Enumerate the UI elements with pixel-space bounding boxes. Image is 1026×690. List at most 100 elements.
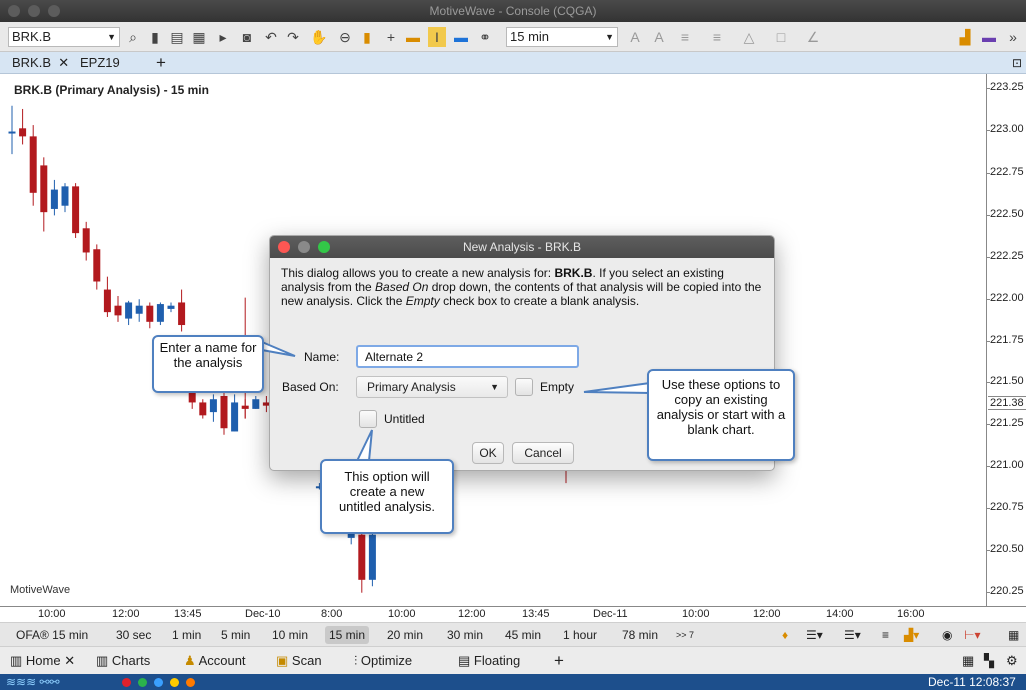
callout-name: Enter a name for the analysis: [152, 335, 264, 393]
time-axis[interactable]: 10:00 12:00 13:45 Dec-10 8:00 10:00 12:0…: [0, 606, 1026, 622]
window-titlebar: MotiveWave - Console (CQGA): [0, 0, 1026, 22]
interval-select[interactable]: 15 min ▼: [506, 27, 618, 47]
close-icon[interactable]: ✕: [55, 55, 69, 70]
desc-based-on: Based On: [375, 280, 429, 294]
price-label: 221.25: [986, 417, 1024, 429]
redo-icon[interactable]: ↷: [284, 27, 302, 47]
barsize-1-min[interactable]: 1 min: [168, 626, 205, 644]
lines-icon[interactable]: ≡: [878, 626, 893, 644]
crosshair-icon[interactable]: +: [382, 27, 400, 47]
barsize-ofa-15-min[interactable]: OFA® 15 min: [12, 626, 92, 644]
nav-scan[interactable]: ▣ Scan: [276, 652, 322, 670]
price-label: 221.50: [986, 375, 1024, 387]
status-dot-orange: [186, 678, 195, 687]
time-label: 12:00: [112, 608, 140, 620]
tab-epz19[interactable]: EPZ19: [76, 52, 124, 74]
cancel-button[interactable]: Cancel: [512, 442, 574, 464]
untitled-checkbox[interactable]: [359, 410, 377, 428]
windows-icon[interactable]: ▚: [984, 652, 994, 670]
minimize-window-button[interactable]: [28, 5, 40, 17]
nav-home[interactable]: ▥ Home ✕: [10, 652, 75, 670]
nav-account[interactable]: ♟ Account: [184, 652, 246, 670]
nav-charts[interactable]: ▥ Charts: [96, 652, 150, 670]
price-axis[interactable]: 223.25 223.00 222.75 222.50 222.25 222.0…: [986, 74, 1026, 606]
angle-icon[interactable]: ∠: [804, 27, 822, 47]
barsize-10-min[interactable]: 10 min: [268, 626, 312, 644]
nav-optimize[interactable]: ⫶ Optimize: [354, 652, 412, 670]
calendar-icon[interactable]: ▦: [1004, 626, 1023, 644]
zoom-window-button[interactable]: [48, 5, 60, 17]
barsize-30-min[interactable]: 30 min: [443, 626, 487, 644]
price-icon[interactable]: I: [428, 27, 446, 47]
close-window-button[interactable]: [8, 5, 20, 17]
undo-icon[interactable]: ↶: [262, 27, 280, 47]
layout-icon[interactable]: ▬: [404, 27, 422, 47]
align-right-icon[interactable]: ☰▾: [840, 626, 865, 644]
barsize-30-sec[interactable]: 30 sec: [112, 626, 155, 644]
save-icon[interactable]: ▤: [168, 27, 186, 47]
candle-body: [19, 128, 27, 137]
maximize-icon[interactable]: ⊡: [1008, 52, 1026, 74]
font-increase-icon[interactable]: A: [626, 27, 644, 47]
dialog-minimize-button[interactable]: [298, 241, 310, 253]
ok-button[interactable]: OK: [472, 442, 504, 464]
grid-icon[interactable]: ▦: [962, 652, 974, 670]
dialog-close-button[interactable]: [278, 241, 290, 253]
overflow-icon[interactable]: »: [1004, 27, 1022, 47]
status-dot-blue: [154, 678, 163, 687]
folder-icon[interactable]: ▸: [214, 27, 232, 47]
screen-icon[interactable]: ▬: [980, 27, 998, 47]
symbol-field[interactable]: BRK.B ▼: [8, 27, 120, 47]
pan-hand-icon[interactable]: ✋: [310, 27, 328, 47]
chevron-down-icon: ▼: [605, 32, 614, 42]
barsize-more[interactable]: >> 7: [672, 626, 698, 644]
gear-icon[interactable]: ⚙: [1006, 652, 1018, 670]
nav-floating[interactable]: ▤ Floating: [458, 652, 520, 670]
barsize-78-min[interactable]: 78 min: [618, 626, 662, 644]
candle-body: [93, 249, 101, 282]
time-label: 16:00: [897, 608, 925, 620]
bulb-icon[interactable]: ♦: [778, 626, 792, 644]
zoom-icon[interactable]: ⊖: [336, 27, 354, 47]
align-left-icon[interactable]: ☰▾: [802, 626, 827, 644]
based-on-select[interactable]: Primary Analysis ▼: [356, 376, 508, 398]
name-field[interactable]: [356, 345, 579, 368]
lines-icon[interactable]: ≡: [676, 27, 694, 47]
barsize-20-min[interactable]: 20 min: [383, 626, 427, 644]
chevron-down-icon: ▼: [107, 32, 116, 42]
study-icon[interactable]: ▟▾: [900, 626, 923, 644]
print-icon[interactable]: ▦: [190, 27, 208, 47]
tab-brk-b[interactable]: BRK.B ✕: [8, 52, 73, 74]
status-time: Dec-11 12:08:37: [928, 675, 1016, 689]
bar-chart-icon: ▥: [10, 653, 23, 668]
time-label: 14:00: [826, 608, 854, 620]
price-label: 220.25: [986, 585, 1024, 597]
close-icon[interactable]: ✕: [64, 653, 75, 668]
nav-floating-label: Floating: [473, 653, 521, 668]
chart-type-icon[interactable]: ▟: [956, 27, 974, 47]
link-icon[interactable]: ⚭: [476, 27, 494, 47]
plus-icon[interactable]: +: [554, 652, 564, 670]
bar-style-icon[interactable]: ▮: [358, 27, 376, 47]
camera-icon[interactable]: ◙: [238, 27, 256, 47]
eye-icon[interactable]: ◉: [938, 626, 956, 644]
search-icon[interactable]: ⌕: [124, 27, 142, 47]
plus-icon[interactable]: +: [152, 52, 170, 74]
empty-checkbox[interactable]: [515, 378, 533, 396]
range-icon[interactable]: ⊢▾: [960, 626, 984, 644]
barsize-45-min[interactable]: 45 min: [501, 626, 545, 644]
barsize-1-hour[interactable]: 1 hour: [559, 626, 601, 644]
barsize-15-min[interactable]: 15 min: [325, 626, 370, 644]
barsize-5-min[interactable]: 5 min: [217, 626, 254, 644]
dialog-zoom-button[interactable]: [318, 241, 330, 253]
color-icon[interactable]: ▬: [452, 27, 470, 47]
font-decrease-icon[interactable]: A: [650, 27, 668, 47]
box-icon[interactable]: □: [772, 27, 790, 47]
nav-optimize-label: Optimize: [360, 653, 413, 668]
list-icon[interactable]: ≡: [708, 27, 726, 47]
triangle-icon[interactable]: △: [740, 27, 758, 47]
window-title: MotiveWave - Console (CQGA): [429, 4, 597, 18]
new-document-icon[interactable]: ▮: [146, 27, 164, 47]
chart-title: BRK.B (Primary Analysis) - 15 min: [14, 83, 209, 97]
status-dot-green: [138, 678, 147, 687]
